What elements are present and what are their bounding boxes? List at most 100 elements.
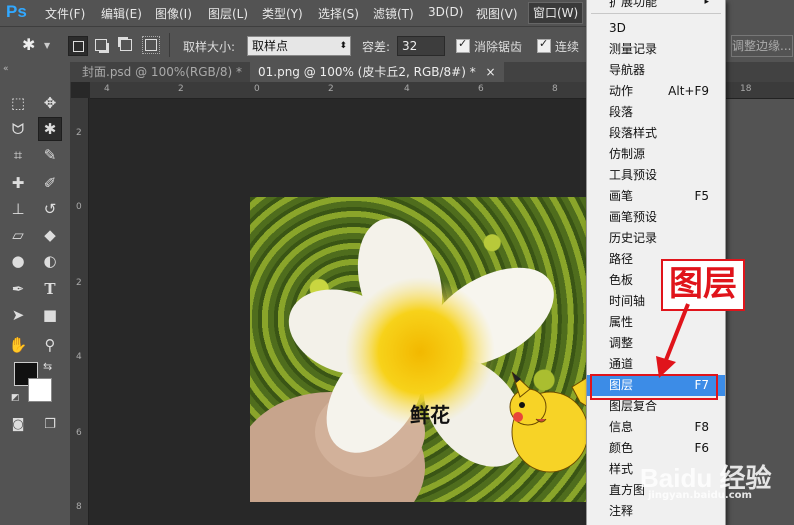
menu-item[interactable]: 3D [587, 18, 725, 39]
blur-icon[interactable]: ● [7, 250, 29, 272]
menu-file[interactable]: 文件(F) [45, 5, 85, 22]
menu-item[interactable]: 仿制源 [587, 144, 725, 165]
menu-item[interactable]: 工具预设 [587, 165, 725, 186]
menu-item[interactable]: 画笔预设 [587, 207, 725, 228]
menu-item-label: 调整 [609, 336, 634, 350]
menu-item-label: 画笔 [609, 189, 634, 203]
tab-cover[interactable]: 封面.psd @ 100%(RGB/8) * × [74, 62, 270, 82]
ruler-tick-label: 2 [328, 84, 334, 94]
marquee-icon[interactable]: ⬚ [7, 92, 29, 114]
rectangle-icon[interactable]: ■ [39, 304, 61, 326]
ruler-tick-label: 8 [552, 84, 558, 94]
menu-item-label: 导航器 [609, 63, 646, 77]
tab-label: 01.png @ 100% (皮卡丘2, RGB/8#) * [258, 65, 476, 79]
menu-item-label: 3D [609, 21, 626, 35]
menu-select[interactable]: 选择(S) [318, 5, 359, 22]
menu-separator [591, 13, 721, 14]
menu-filter[interactable]: 滤镜(T) [373, 5, 414, 22]
swap-colors-icon[interactable]: ⇆ [43, 360, 52, 373]
chevron-right-icon: ▸ [704, 0, 709, 7]
zoom-icon[interactable]: ⚲ [39, 334, 61, 356]
magic-wand-tool-icon[interactable]: ✱ [38, 117, 62, 141]
menu-type[interactable]: 类型(Y) [262, 5, 303, 22]
eyedropper-icon[interactable]: ✎ [39, 144, 61, 166]
ruler-tick-label: 8 [76, 502, 82, 512]
menu-item-label: 属性 [609, 315, 634, 329]
collapse-icon[interactable]: « [3, 64, 9, 74]
tolerance-label: 容差: [362, 40, 391, 54]
sample-size-select[interactable]: 取样点 ⬍ [247, 36, 351, 56]
menu-item-shortcut: Alt+F9 [668, 84, 709, 98]
default-colors-icon[interactable]: ◩ [11, 393, 20, 403]
crop-icon[interactable]: ⌗ [7, 144, 29, 166]
dodge-icon[interactable]: ◐ [39, 250, 61, 272]
menu-item-label: 通道 [609, 357, 634, 371]
ruler-tick-label: 2 [178, 84, 184, 94]
tool-preset-chevron-icon[interactable]: ▼ [44, 41, 50, 50]
clone-stamp-icon[interactable]: ⊥ [7, 198, 29, 220]
paint-bucket-icon[interactable]: ◆ [39, 224, 61, 246]
chevron-updown-icon: ⬍ [339, 41, 347, 51]
add-to-selection-icon[interactable] [95, 39, 107, 51]
pen-icon[interactable]: ✒ [7, 278, 29, 300]
menu-item[interactable]: 信息 F8 [587, 417, 725, 438]
menu-item-label: 段落 [609, 105, 634, 119]
vertical-ruler: 2 0 2 4 6 8 [70, 98, 89, 525]
ruler-tick-label: 4 [104, 84, 110, 94]
antialias-checkbox[interactable] [456, 37, 470, 53]
menu-item-extensions[interactable]: 扩展功能 ▸ [587, 0, 725, 13]
new-selection-icon [73, 41, 84, 52]
menu-item[interactable]: 画笔 F5 [587, 186, 725, 207]
menu-item-label: 工具预设 [609, 168, 658, 182]
contiguous-label: 连续 [555, 40, 580, 54]
menu-item[interactable]: 段落 [587, 102, 725, 123]
move-icon[interactable]: ✥ [39, 92, 61, 114]
menu-view[interactable]: 视图(V) [476, 5, 518, 22]
sample-size-label: 取样大小: [183, 40, 236, 54]
tab-01-png[interactable]: 01.png @ 100% (皮卡丘2, RGB/8#) * × [250, 62, 504, 82]
contiguous-checkbox[interactable] [537, 37, 551, 53]
type-icon[interactable]: T [39, 278, 61, 300]
annotation-arrow [656, 303, 690, 378]
subtract-selection-icon[interactable] [120, 39, 132, 51]
menu-item-shortcut: F8 [694, 420, 709, 434]
menu-item-label: 画笔预设 [609, 210, 658, 224]
menu-item[interactable]: 动作 Alt+F9 [587, 81, 725, 102]
quick-mask-icon[interactable]: ◙ [7, 414, 29, 436]
menu-item[interactable]: 导航器 [587, 60, 725, 81]
menu-window[interactable]: 窗口(W) [528, 2, 584, 24]
menu-image[interactable]: 图像(I) [155, 5, 192, 22]
brush-icon[interactable]: ✐ [39, 172, 61, 194]
pikachu-sticker [509, 371, 596, 473]
close-icon[interactable]: × [486, 65, 496, 79]
hand-icon[interactable]: ✋ [7, 334, 29, 356]
screen-mode-icon[interactable]: ❐ [39, 414, 61, 436]
eraser-icon[interactable]: ▱ [7, 224, 29, 246]
healing-brush-icon[interactable]: ✚ [7, 172, 29, 194]
menu-edit[interactable]: 编辑(E) [101, 5, 142, 22]
watermark-url: jingyan.baidu.com [648, 490, 752, 501]
path-selection-icon[interactable]: ➤ [7, 304, 29, 326]
refine-edge-button[interactable]: 调整边缘... [731, 35, 793, 57]
magic-wand-icon[interactable]: ✱ [22, 35, 35, 54]
menu-item[interactable]: 颜色 F6 [587, 438, 725, 459]
menu-item[interactable]: 测量记录 [587, 39, 725, 60]
document-image[interactable] [250, 197, 596, 502]
menu-item[interactable]: 注释 [587, 501, 725, 522]
new-selection-button[interactable] [68, 36, 88, 56]
ruler-tick-label: 4 [76, 352, 82, 362]
menu-layer[interactable]: 图层(L) [208, 5, 248, 22]
menu-3d[interactable]: 3D(D) [428, 5, 463, 19]
flower-photo [250, 218, 596, 502]
menu-item-label: 仿制源 [609, 147, 646, 161]
tolerance-input[interactable]: 32 [397, 36, 445, 56]
ruler-tick-label: 18 [740, 84, 752, 94]
menu-item-label: 注释 [609, 504, 634, 518]
menu-item[interactable]: 历史记录 [587, 228, 725, 249]
photoshop-logo: Ps [6, 2, 27, 21]
intersect-selection-icon[interactable] [142, 36, 160, 54]
history-brush-icon[interactable]: ↺ [39, 198, 61, 220]
background-color-swatch[interactable] [28, 378, 52, 402]
lasso-icon[interactable]: ᗢ [7, 118, 29, 140]
menu-item[interactable]: 段落样式 [587, 123, 725, 144]
